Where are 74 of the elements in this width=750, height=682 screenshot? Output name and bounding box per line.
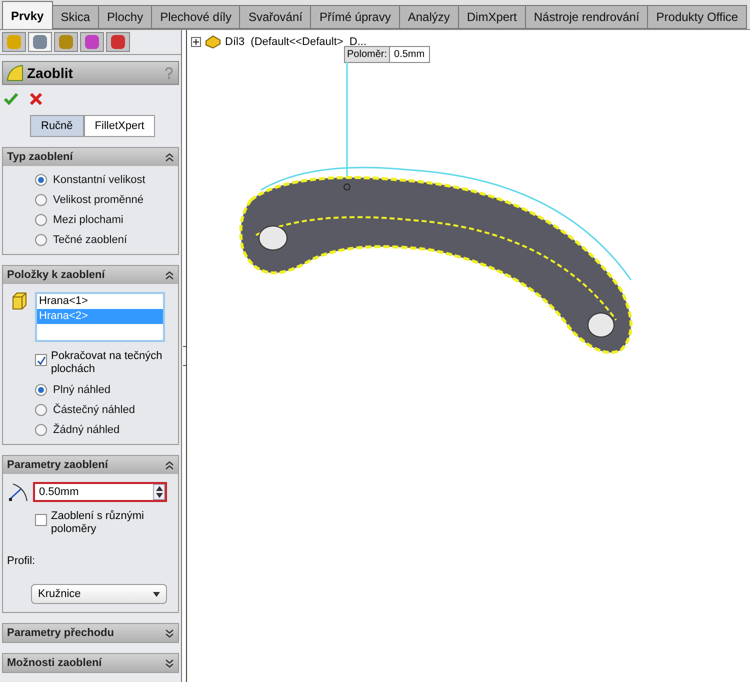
checkbox-label: Zaoblení s různými poloměry <box>51 510 145 536</box>
profile-dropdown[interactable]: Kružnice <box>31 584 167 604</box>
caret-icon <box>153 592 160 596</box>
radio-label: Žádný náhled <box>53 422 120 438</box>
spin-arrows-icon[interactable] <box>153 484 165 500</box>
radio-button[interactable] <box>35 194 47 206</box>
radio-button[interactable] <box>35 234 47 246</box>
radio-button[interactable] <box>35 214 47 226</box>
section-title: Parametry zaoblení <box>7 458 108 473</box>
callout-value: 0.5mm <box>393 48 426 62</box>
mode-button[interactable]: FilletXpert <box>84 115 156 137</box>
list-entry[interactable]: Hrana<1> <box>37 294 163 309</box>
checkbox-label: Pokračovat na tečných plochách <box>51 350 164 376</box>
edge-cube-icon <box>11 292 27 310</box>
radio-button[interactable] <box>35 424 47 436</box>
manager-tab[interactable] <box>2 32 26 52</box>
ribbon-tab[interactable]: Nástroje rendrování <box>524 5 648 29</box>
feature-title: Zaoblit <box>27 64 73 82</box>
radius-icon <box>7 482 29 502</box>
section-header[interactable]: Parametry přechodu <box>3 624 178 642</box>
section-title: Typ zaoblení <box>7 150 73 165</box>
help-icon[interactable] <box>164 67 174 79</box>
ribbon-tab[interactable]: Produkty Office <box>647 5 748 29</box>
section-header[interactable]: Možnosti zaoblení <box>3 654 178 672</box>
manager-tab-icon <box>33 35 47 49</box>
radio-button[interactable] <box>35 384 47 396</box>
ribbon-tab[interactable]: Prvky <box>2 1 53 29</box>
radio-button[interactable] <box>35 404 47 416</box>
section-header[interactable]: Typ zaoblení <box>3 148 178 166</box>
expand-icon[interactable] <box>165 628 174 638</box>
manager-tab[interactable] <box>106 32 130 52</box>
splitter-handle[interactable] <box>182 346 186 366</box>
section-title: Možnosti zaoblení <box>7 656 102 671</box>
ribbon-tab[interactable]: Plechové díly <box>151 5 240 29</box>
manager-tab-icon <box>85 35 99 49</box>
collapse-icon[interactable] <box>165 460 174 470</box>
radio-label: Plný náhled <box>53 382 110 398</box>
expand-icon[interactable] <box>165 658 174 668</box>
checkbox[interactable] <box>35 354 47 366</box>
collapse-icon[interactable] <box>165 270 174 280</box>
manager-tab-icon <box>59 35 73 49</box>
radio-button[interactable] <box>35 174 47 186</box>
section-title: Položky k zaoblení <box>7 268 105 283</box>
close-icon[interactable] <box>30 93 42 105</box>
part-icon <box>205 35 221 50</box>
ribbon-tab[interactable]: Svařování <box>239 5 312 29</box>
collapse-icon[interactable] <box>165 152 174 162</box>
ribbon-tab[interactable]: Skica <box>52 5 100 29</box>
ribbon-tab[interactable]: Analýzy <box>398 5 459 29</box>
section-header[interactable]: Parametry zaoblení <box>3 456 178 474</box>
radio-label: Tečné zaoblení <box>53 232 127 248</box>
manager-tab-icon <box>111 35 125 49</box>
mode-button[interactable]: Ručně <box>30 115 84 137</box>
selection-list[interactable]: Hrana<1> Hrana<2> <box>35 292 165 342</box>
ribbon-tab[interactable]: Přímé úpravy <box>310 5 400 29</box>
manager-tab[interactable] <box>54 32 78 52</box>
radio-label: Velikost proměnné <box>53 192 144 208</box>
manager-tab[interactable] <box>80 32 104 52</box>
profile-label: Profil: <box>7 555 36 567</box>
fillet-icon <box>7 65 23 81</box>
callout-label: Poloměr: <box>345 47 390 62</box>
manager-tab[interactable] <box>28 32 52 52</box>
ribbon-tab[interactable]: DimXpert <box>458 5 526 29</box>
radio-label: Částečný náhled <box>53 402 135 418</box>
checkbox[interactable] <box>35 514 47 526</box>
radio-label: Konstantní velikost <box>53 172 146 188</box>
section-header[interactable]: Položky k zaoblení <box>3 266 178 284</box>
expand-box-icon[interactable] <box>191 37 201 48</box>
section-title: Parametry přechodu <box>7 626 114 641</box>
manager-tab-icon <box>7 35 21 49</box>
ok-icon[interactable] <box>4 93 18 105</box>
ribbon-tab[interactable]: Plochy <box>98 5 152 29</box>
radius-field[interactable]: 0.50mm <box>33 482 167 502</box>
radio-label: Mezi plochami <box>53 212 124 228</box>
